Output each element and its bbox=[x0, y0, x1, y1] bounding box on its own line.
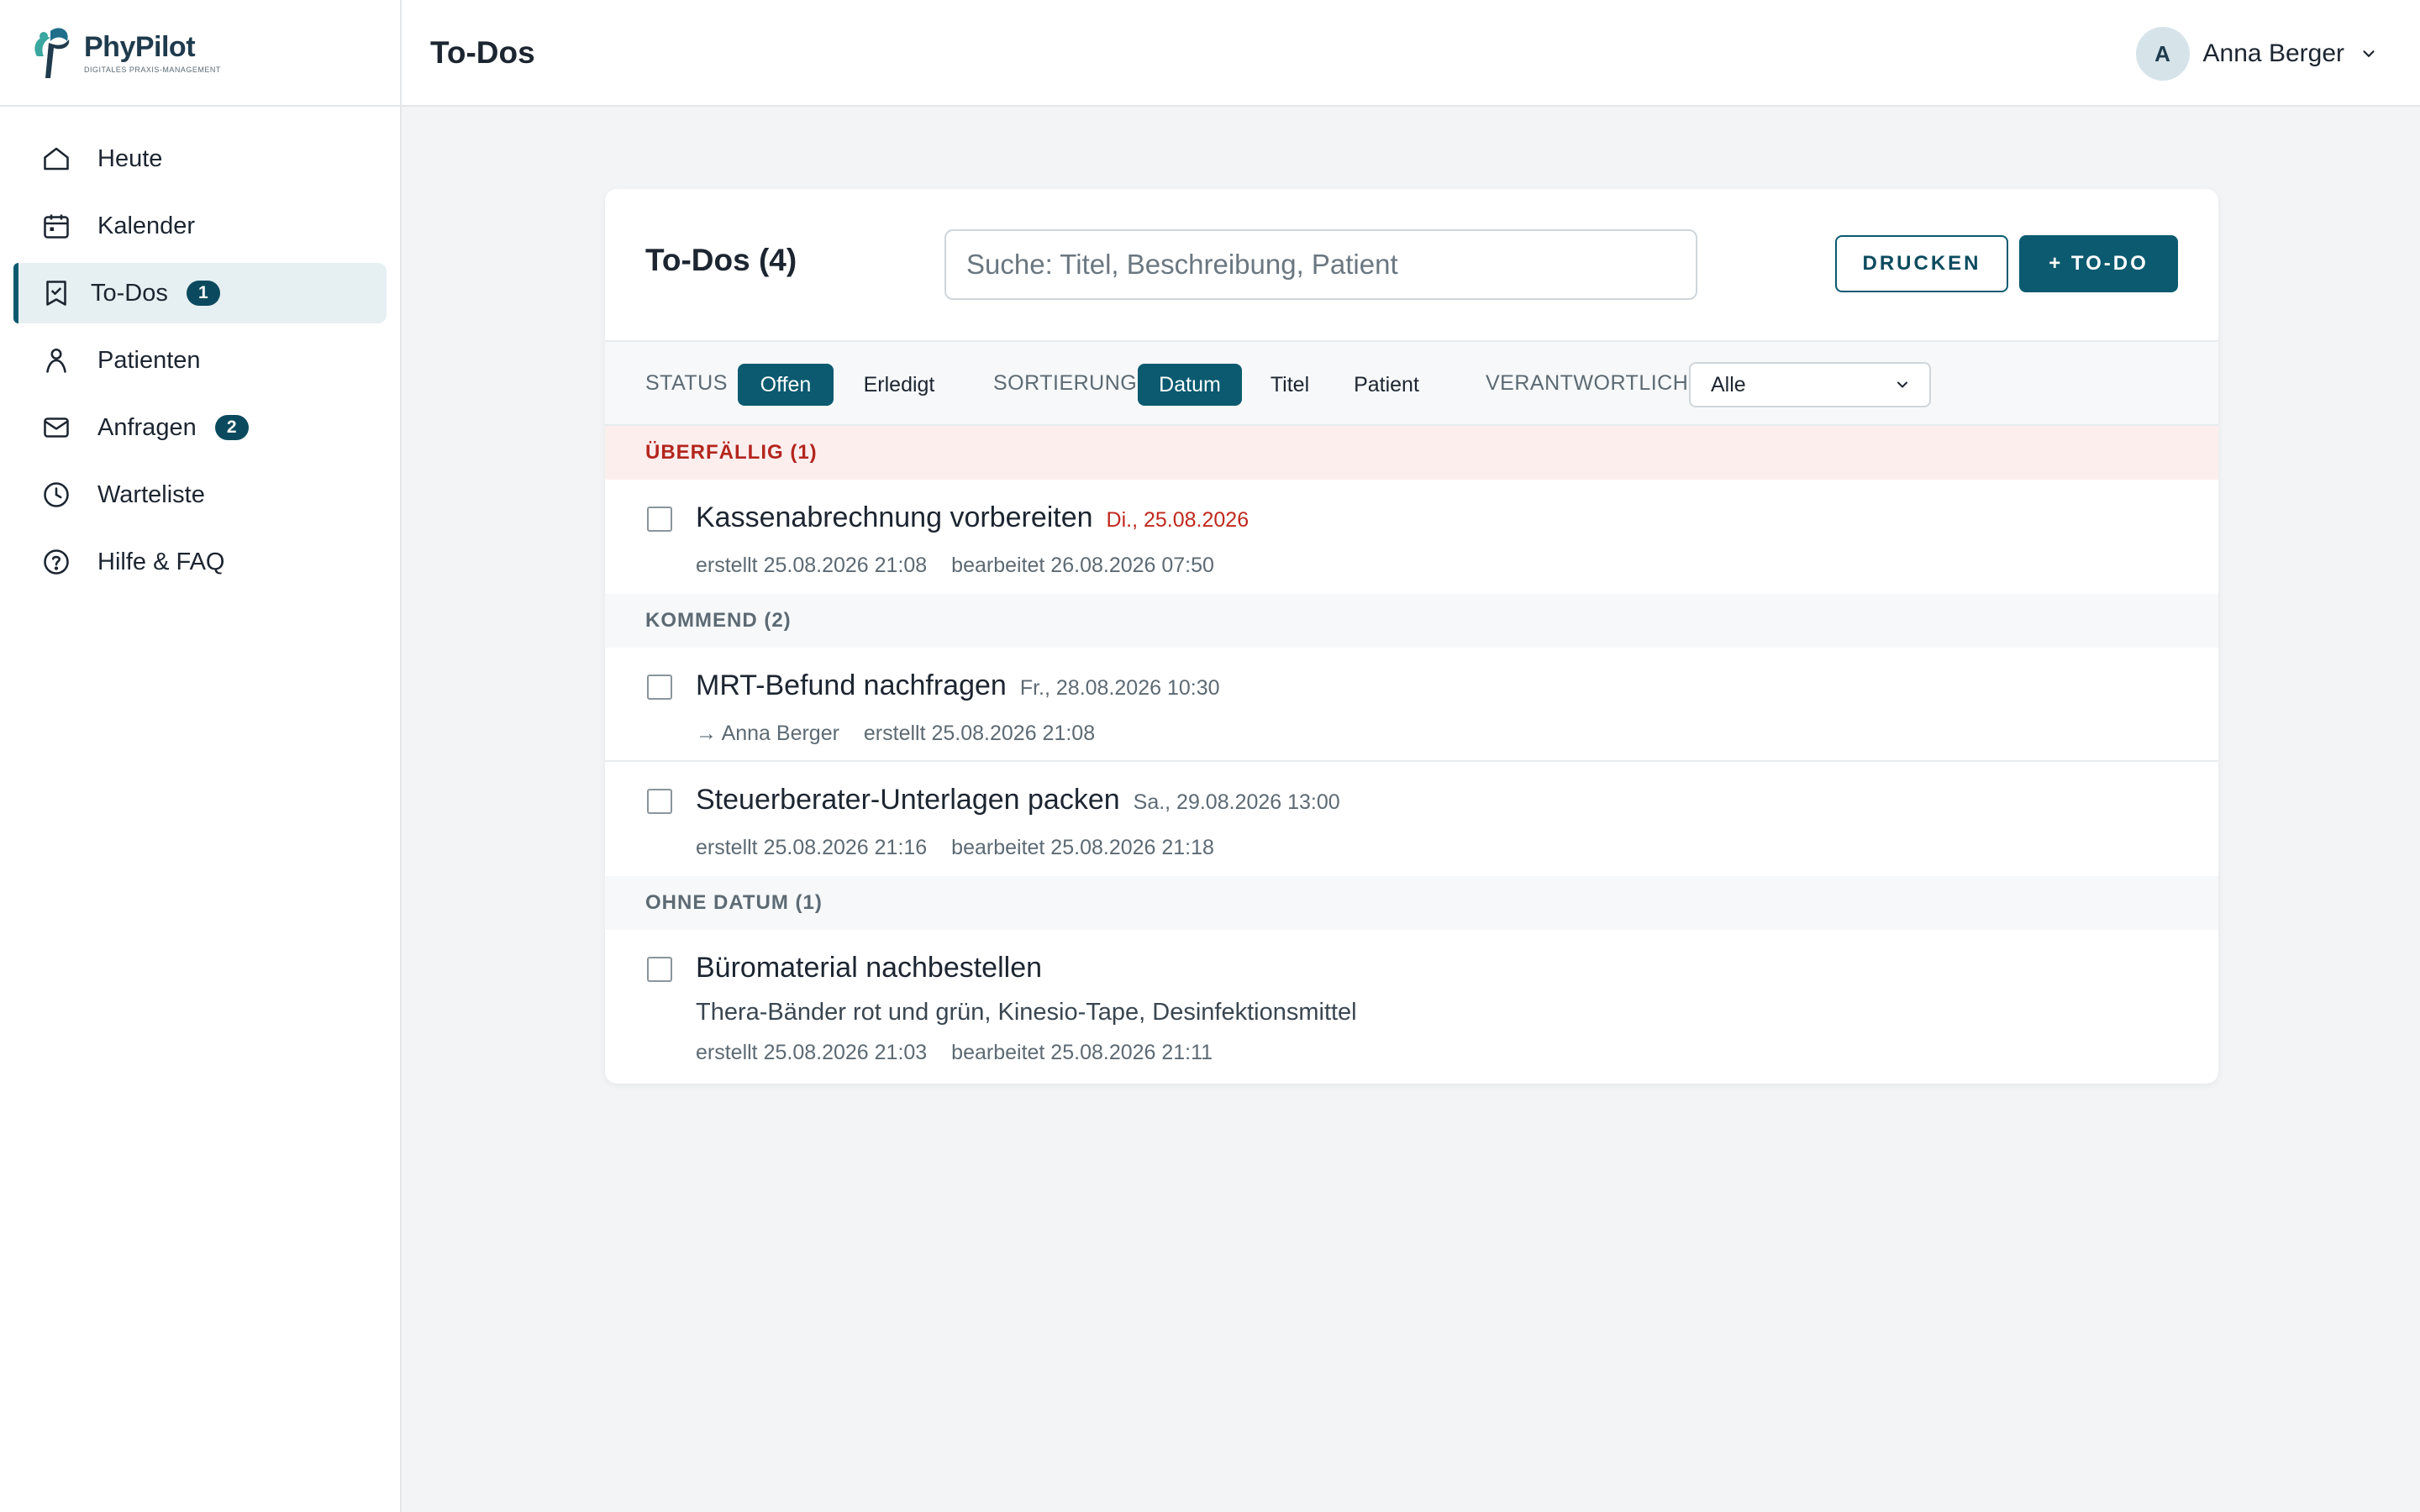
sidebar-item-label: Heute bbox=[97, 144, 163, 172]
phypilot-logo-icon bbox=[34, 27, 70, 78]
todo-edited: bearbeitet 26.08.2026 07:50 bbox=[951, 554, 1214, 577]
top-header: To-Dos A Anna Berger bbox=[402, 0, 2420, 107]
todo-checkbox[interactable] bbox=[647, 507, 672, 532]
sidebar-item-patienten[interactable]: Patienten bbox=[13, 330, 387, 391]
user-name: Anna Berger bbox=[2202, 39, 2344, 67]
todo-description: Thera-Bänder rot und grün, Kinesio-Tape,… bbox=[696, 999, 1357, 1026]
sidebar-item-heute[interactable]: Heute bbox=[13, 129, 387, 189]
todo-due-date: Sa., 29.08.2026 13:00 bbox=[1133, 790, 1340, 814]
sort-chip-datum[interactable]: Datum bbox=[1138, 364, 1242, 406]
todo-item[interactable]: Kassenabrechnung vorbereiten Di., 25.08.… bbox=[605, 480, 2218, 594]
todo-item[interactable]: Steuerberater-Unterlagen packen Sa., 29.… bbox=[605, 762, 2218, 876]
status-filter-label: STATUS bbox=[645, 371, 728, 395]
todos-count-badge: 1 bbox=[186, 281, 220, 306]
sidebar-item-label: Anfragen bbox=[97, 413, 197, 441]
sidebar-nav: Heute Kalender To-Dos 1 Patienten Anfrag… bbox=[0, 107, 400, 592]
person-icon bbox=[40, 344, 72, 376]
status-chip-offen[interactable]: Offen bbox=[738, 364, 834, 406]
brand-tagline: DIGITALES PRAXIS-MANAGEMENT bbox=[84, 66, 221, 74]
todo-checkbox[interactable] bbox=[647, 957, 672, 982]
todos-card: To-Dos (4) DRUCKEN + TO-DO STATUS Offen … bbox=[605, 189, 2218, 1084]
owner-select-value: Alle bbox=[1711, 372, 1746, 396]
filter-bar: STATUS Offen Erledigt SORTIERUNG Datum T… bbox=[605, 340, 2218, 426]
group-header-nodate: OHNE DATUM (1) bbox=[605, 876, 2218, 930]
todo-edited: bearbeitet 25.08.2026 21:11 bbox=[951, 1041, 1213, 1064]
print-button[interactable]: DRUCKEN bbox=[1835, 235, 2008, 292]
todo-checkbox[interactable] bbox=[647, 675, 672, 700]
mail-icon bbox=[40, 412, 72, 444]
sidebar-item-kalender[interactable]: Kalender bbox=[13, 196, 387, 256]
todo-title: Kassenabrechnung vorbereiten bbox=[696, 501, 1093, 533]
todo-item[interactable]: Büromaterial nachbestellen Thera-Bänder … bbox=[605, 930, 2218, 1081]
todo-edited: bearbeitet 25.08.2026 21:18 bbox=[951, 836, 1214, 859]
todo-checkbox[interactable] bbox=[647, 789, 672, 814]
sort-filter-label: SORTIERUNG bbox=[993, 371, 1138, 395]
sidebar-item-anfragen[interactable]: Anfragen 2 bbox=[13, 397, 387, 458]
calendar-icon bbox=[40, 210, 72, 242]
user-menu[interactable]: A Anna Berger bbox=[2135, 27, 2378, 81]
todo-due-date: Fr., 28.08.2026 10:30 bbox=[1019, 676, 1220, 700]
help-icon bbox=[40, 546, 72, 578]
brand-logo[interactable]: PhyPilot DIGITALES PRAXIS-MANAGEMENT bbox=[0, 0, 400, 107]
todo-created: erstellt 25.08.2026 21:08 bbox=[696, 554, 928, 577]
group-header-overdue: ÜBERFÄLLIG (1) bbox=[605, 426, 2218, 480]
sidebar-item-label: Warteliste bbox=[97, 480, 205, 508]
group-header-upcoming: KOMMEND (2) bbox=[605, 594, 2218, 648]
sidebar-item-hilfe[interactable]: Hilfe & FAQ bbox=[13, 532, 387, 592]
sidebar-item-label: To-Dos bbox=[91, 279, 168, 307]
checklist-icon bbox=[40, 277, 72, 309]
sidebar-item-label: Patienten bbox=[97, 346, 201, 374]
chevron-down-icon bbox=[2363, 50, 2375, 58]
chevron-down-icon bbox=[1897, 381, 1907, 388]
brand-name: PhyPilot bbox=[84, 31, 196, 63]
page-title: To-Dos bbox=[430, 34, 535, 70]
add-todo-button[interactable]: + TO-DO bbox=[2019, 235, 2178, 292]
todo-title: Steuerberater-Unterlagen packen bbox=[696, 784, 1120, 816]
anfragen-count-badge: 2 bbox=[214, 415, 249, 440]
todo-created: erstellt 25.08.2026 21:03 bbox=[696, 1041, 928, 1064]
owner-filter-label: VERANTWORTLICH bbox=[1486, 371, 1689, 395]
clock-icon bbox=[40, 479, 72, 511]
sidebar: PhyPilot DIGITALES PRAXIS-MANAGEMENT Heu… bbox=[0, 0, 402, 1512]
todos-title: To-Dos (4) bbox=[645, 243, 797, 277]
sidebar-item-label: Kalender bbox=[97, 212, 196, 239]
sidebar-item-todos[interactable]: To-Dos 1 bbox=[13, 263, 387, 323]
status-chip-erledigt[interactable]: Erledigt bbox=[845, 364, 953, 406]
todo-due-date: Di., 25.08.2026 bbox=[1106, 508, 1249, 532]
sidebar-item-label: Hilfe & FAQ bbox=[97, 548, 225, 575]
card-header: To-Dos (4) DRUCKEN + TO-DO bbox=[605, 189, 2218, 340]
todo-assignee: → Anna Berger bbox=[696, 722, 839, 745]
sidebar-item-warteliste[interactable]: Warteliste bbox=[13, 465, 387, 525]
owner-select[interactable]: Alle bbox=[1689, 362, 1931, 407]
todo-title: Büromaterial nachbestellen bbox=[696, 952, 1043, 984]
todo-item[interactable]: MRT-Befund nachfragen Fr., 28.08.2026 10… bbox=[605, 648, 2218, 762]
home-icon bbox=[40, 143, 72, 175]
avatar: A bbox=[2135, 27, 2190, 81]
sort-chip-patient[interactable]: Patient bbox=[1338, 364, 1435, 406]
todo-created: erstellt 25.08.2026 21:08 bbox=[863, 722, 1096, 745]
todo-title: MRT-Befund nachfragen bbox=[696, 669, 1007, 701]
search-input[interactable] bbox=[944, 229, 1697, 300]
sort-chip-titel[interactable]: Titel bbox=[1254, 364, 1326, 406]
todo-created: erstellt 25.08.2026 21:16 bbox=[696, 836, 928, 859]
